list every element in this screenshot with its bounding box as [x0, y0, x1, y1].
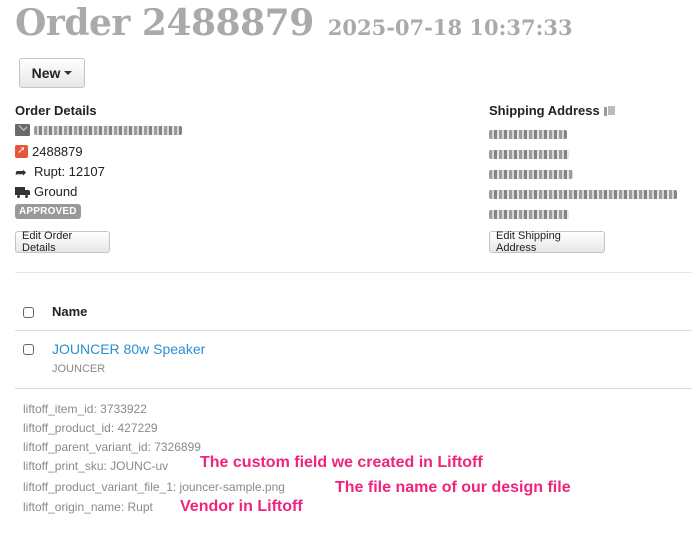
section-divider	[15, 272, 692, 273]
status-badge: APPROVED	[15, 204, 81, 219]
item-vendor: JOUNCER	[52, 363, 106, 375]
shipping-method-row: Ground	[15, 184, 77, 199]
copy-icon[interactable]	[603, 104, 616, 117]
annotation-vendor: Vendor in Liftoff	[180, 498, 303, 515]
rupt-reference: Rupt: 12107	[34, 164, 105, 179]
field-liftoff-product-variant-file: liftoff_product_variant_file_1: jouncer-…	[23, 480, 285, 494]
truck-icon	[15, 186, 30, 198]
shipping-address-block	[489, 124, 677, 224]
select-all-checkbox[interactable]	[23, 307, 34, 318]
customer-email-row	[15, 124, 182, 136]
edit-order-details-button[interactable]: Edit Order Details	[15, 230, 110, 254]
share-arrow-icon: ➦	[15, 163, 27, 180]
rocket-icon: ➚	[15, 145, 28, 158]
item-divider	[15, 388, 692, 389]
shipping-address-label: Shipping Address	[489, 103, 600, 118]
caret-down-icon	[64, 71, 73, 75]
field-liftoff-product-id: liftoff_product_id: 427229	[23, 421, 158, 435]
redacted-address-line	[489, 189, 677, 199]
order-details-title: Order Details	[15, 103, 97, 118]
shipping-method: Ground	[34, 184, 78, 199]
order-header: Order 2488879 2025-07-18 10:37:33	[15, 2, 573, 44]
redacted-address-line	[489, 129, 567, 139]
page-title: Order 2488879	[15, 2, 314, 44]
redacted-email	[34, 125, 182, 135]
new-dropdown-button[interactable]: New	[19, 58, 85, 88]
redacted-address-line	[489, 149, 569, 159]
order-datetime: 2025-07-18 10:37:33	[327, 15, 573, 40]
item-checkbox[interactable]	[23, 344, 34, 355]
table-header-divider	[15, 330, 692, 331]
column-header-name: Name	[52, 304, 88, 319]
annotation-custom-field: The custom field we created in Liftoff	[200, 454, 483, 471]
order-number: 2488879	[32, 144, 83, 159]
edit-shipping-address-button[interactable]: Edit Shipping Address	[489, 230, 605, 254]
field-liftoff-parent-variant-id: liftoff_parent_variant_id: 7326899	[23, 440, 201, 454]
redacted-address-line	[489, 169, 573, 179]
field-liftoff-origin-name: liftoff_origin_name: Rupt	[23, 500, 153, 514]
new-button-label: New	[31, 65, 61, 81]
redacted-address-line	[489, 209, 569, 219]
rupt-reference-row: ➦ Rupt: 12107	[15, 164, 105, 179]
annotation-design-file: The file name of our design file	[335, 479, 571, 496]
shipping-address-title: Shipping Address	[489, 103, 616, 118]
field-liftoff-print-sku: liftoff_print_sku: JOUNC-uv	[23, 459, 169, 473]
field-liftoff-item-id: liftoff_item_id: 3733922	[23, 402, 147, 416]
item-name-link[interactable]: JOUNCER 80w Speaker	[52, 341, 205, 357]
envelope-icon	[15, 124, 30, 136]
order-number-row: ➚ 2488879	[15, 144, 83, 159]
